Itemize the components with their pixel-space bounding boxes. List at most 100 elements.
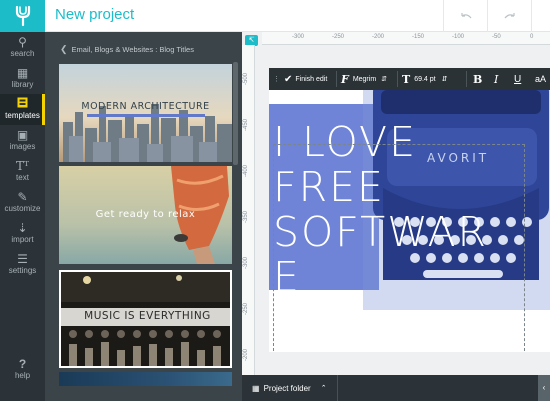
undo-icon (461, 13, 472, 19)
sidebar-item-label: library (11, 80, 34, 89)
text-icon: Tᵀ (15, 159, 30, 173)
top-bar: New project (0, 0, 550, 32)
canvas-area[interactable]: ↸ -300 -250 -200 -150 -100 -50 0 -500 -4… (242, 32, 550, 375)
ruler-tick: -250 (243, 302, 249, 315)
template-card-selected[interactable]: MUSIC IS EVERYTHING (59, 270, 232, 368)
ruler-horizontal: -300 -250 -200 -150 -100 -50 0 (262, 32, 550, 45)
app-logo[interactable] (0, 0, 45, 32)
sidebar-item-label: import (11, 235, 34, 244)
logo-icon (15, 5, 30, 27)
ruler-tick: -300 (292, 34, 305, 40)
ruler-tick: -200 (372, 34, 385, 40)
font-family-dropdown[interactable]: F Megrim ⇵ (341, 68, 387, 90)
sidebar-item-images[interactable]: ▣ images (0, 125, 45, 156)
sidebar-item-label: customize (4, 204, 41, 213)
bottom-bar: ▦ Project folder ⌃ ‹ (242, 375, 550, 401)
ruler-tick: -100 (452, 34, 465, 40)
chevron-updown-icon: ⇵ (441, 76, 448, 83)
template-title: Get ready to relax (95, 209, 196, 220)
project-folder-label: Project folder (263, 383, 311, 393)
sidebar-item-search[interactable]: ⚲ search (0, 32, 45, 63)
breadcrumb[interactable]: ❮ Email, Blogs & Websites : Blog Titles (60, 44, 194, 55)
text-selection-box[interactable] (273, 144, 525, 352)
ruler-tick: -150 (412, 34, 425, 40)
ruler-tick: -200 (243, 348, 249, 361)
ruler-tick: -450 (243, 118, 249, 131)
template-title: MODERN ARCHITECTURE (81, 101, 210, 112)
import-icon: ⇣ (17, 221, 28, 235)
app-window: New project ⚲ search ▦ library templates… (0, 0, 550, 401)
sidebar-item-label: templates (5, 111, 40, 120)
templates-icon (0, 94, 45, 110)
sidebar-item-label: images (9, 142, 36, 151)
font-size-value: 69.4 pt (414, 75, 436, 83)
template-card[interactable]: Get ready to relax (59, 166, 232, 264)
font-size-stepper[interactable]: T 69.4 pt ⇵ (402, 68, 447, 90)
search-icon: ⚲ (18, 35, 27, 49)
camera-icon: ▣ (16, 128, 29, 142)
title-underline (87, 114, 205, 117)
undo-button[interactable] (445, 0, 487, 32)
font-name-value: Megrim (352, 75, 377, 83)
ruler-vertical: -500 -450 -400 -350 -300 -250 -200 (242, 45, 255, 375)
project-title[interactable]: New project (55, 6, 134, 23)
chevron-updown-icon: ⇵ (381, 76, 388, 83)
toolbar-divider (336, 71, 337, 87)
toolbar-divider (397, 71, 398, 87)
ruler-tick: -300 (243, 256, 249, 269)
breadcrumb-text: Email, Blogs & Websites : Blog Titles (71, 45, 194, 54)
bold-button[interactable]: B (473, 68, 482, 90)
sidebar-item-templates[interactable]: templates (0, 94, 45, 125)
panel-scrollbar[interactable] (233, 62, 238, 165)
ruler-tick: -500 (243, 72, 249, 85)
chevron-left-icon: ❮ (60, 44, 68, 54)
sliders-icon: ☰ (17, 252, 28, 266)
text-size-icon: T (402, 72, 411, 86)
sidebar-item-customize[interactable]: ✎ customize (0, 187, 45, 218)
underline-button[interactable]: U (514, 68, 521, 90)
font-icon: F (341, 72, 349, 86)
drag-handle-icon[interactable]: ⋮ (273, 68, 280, 90)
text-edit-toolbar: ⋮ ✔ Finish edit F Megrim ⇵ T 69.4 pt ⇵ B… (269, 68, 550, 90)
sidebar-item-help[interactable]: ? help (0, 354, 45, 385)
template-thumbnail (59, 64, 232, 162)
header-divider (531, 0, 532, 32)
grid-icon: ▦ (252, 383, 260, 393)
chevron-up-icon: ⌃ (320, 385, 327, 392)
ruler-tick: -400 (243, 164, 249, 177)
sidebar-item-label: help (14, 371, 31, 380)
brush-icon: ✎ (17, 190, 28, 204)
sidebar-item-label: search (10, 49, 35, 58)
toolbar-divider (466, 71, 467, 87)
template-card-partial[interactable] (59, 372, 232, 386)
left-sidebar: ⚲ search ▦ library templates ▣ images Tᵀ… (0, 32, 45, 401)
header-divider (443, 0, 444, 32)
finish-edit-button[interactable]: ✔ Finish edit (284, 68, 327, 90)
sidebar-item-settings[interactable]: ☰ settings (0, 249, 45, 280)
italic-button[interactable]: I (494, 68, 498, 90)
collapse-button[interactable]: ‹ (538, 375, 550, 401)
ruler-tick: -250 (332, 34, 345, 40)
templates-panel: ❮Email, Blogs & Websites : Blog Titles (45, 32, 242, 401)
ruler-tick: -350 (243, 210, 249, 223)
template-card[interactable]: MODERN ARCHITECTURE (59, 64, 232, 162)
check-icon: ✔ (284, 73, 293, 85)
ruler-tick: -50 (492, 34, 501, 40)
sidebar-item-label: text (16, 173, 29, 182)
sidebar-item-text[interactable]: Tᵀ text (0, 156, 45, 187)
text-case-button[interactable]: aA (535, 68, 546, 90)
ruler-tick: 0 (530, 34, 534, 40)
template-title: MUSIC IS EVERYTHING (84, 310, 211, 322)
sidebar-item-label: settings (8, 266, 37, 275)
chevron-left-icon: ‹ (542, 383, 546, 392)
project-folder-button[interactable]: ▦ Project folder ⌃ (242, 375, 338, 401)
library-icon: ▦ (16, 66, 29, 80)
header-divider (487, 0, 488, 32)
help-icon: ? (18, 357, 27, 371)
design-artboard[interactable]: AVORIT I LOVE FREE SOFTWAR E (269, 90, 550, 352)
sidebar-item-import[interactable]: ⇣ import (0, 218, 45, 249)
redo-button[interactable] (489, 0, 531, 32)
redo-icon (504, 13, 515, 19)
finish-edit-label: Finish edit (295, 75, 328, 83)
sidebar-item-library[interactable]: ▦ library (0, 63, 45, 94)
